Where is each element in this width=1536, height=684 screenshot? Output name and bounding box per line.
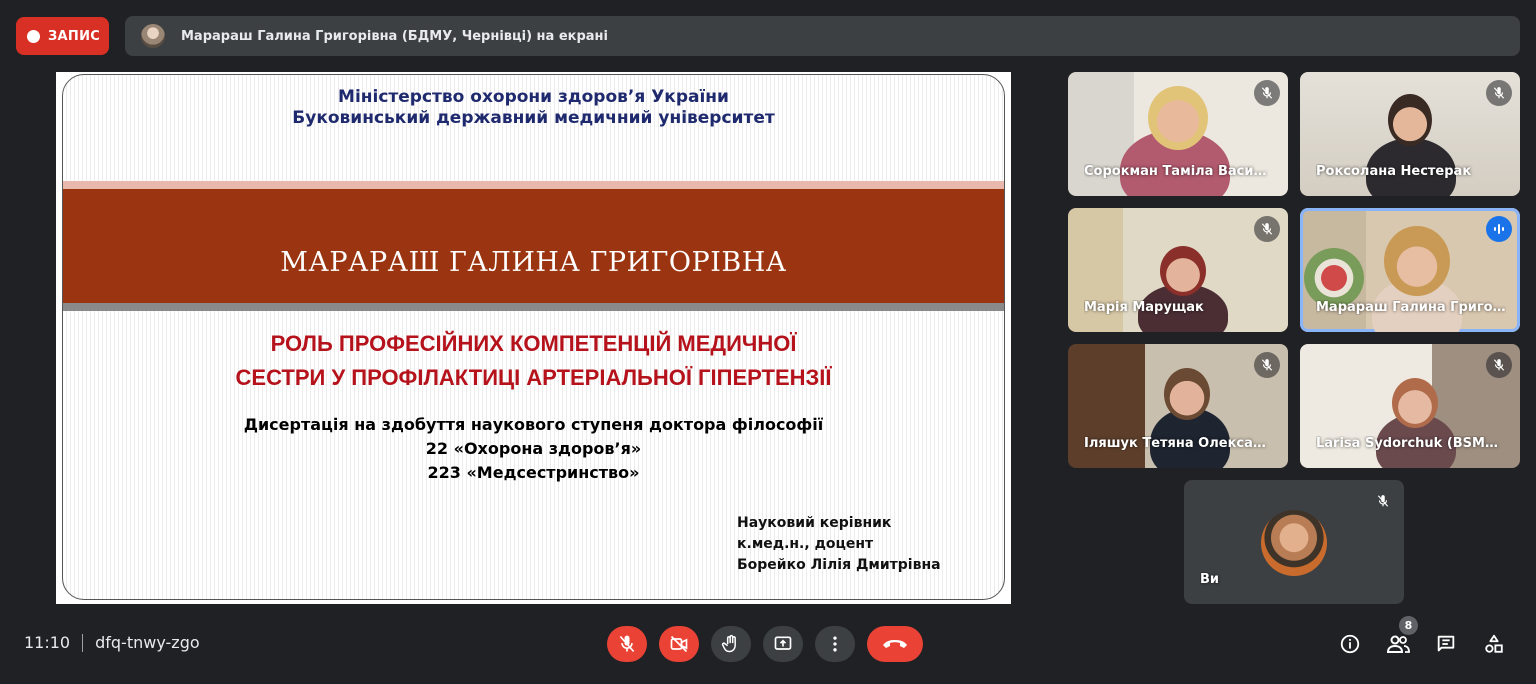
slide-header: Міністерство охорони здоров’я України Бу… bbox=[63, 87, 1004, 129]
video-off-icon bbox=[670, 635, 688, 653]
presenting-banner: Марараш Галина Григорівна (БДМУ, Чернівц… bbox=[125, 16, 1520, 56]
slide-topic-line: РОЛЬ ПРОФЕСІЙНИХ КОМПЕТЕНЦІЙ МЕДИЧНОЇ bbox=[270, 331, 797, 356]
clock-time: 11:10 bbox=[24, 633, 71, 652]
hang-up-icon bbox=[883, 640, 907, 648]
more-options-icon bbox=[833, 636, 837, 652]
slide-band-top bbox=[63, 181, 1004, 189]
chat-button[interactable] bbox=[1432, 630, 1460, 658]
participant-tile[interactable]: Сорокман Таміла Василівна bbox=[1068, 72, 1288, 196]
slide-degree-line: 22 «Охорона здоров’я» bbox=[425, 439, 642, 458]
leave-call-button[interactable] bbox=[867, 626, 923, 662]
divider bbox=[82, 633, 84, 652]
slide-supervisor-line: Науковий керівник bbox=[737, 515, 892, 531]
chat-icon bbox=[1437, 635, 1455, 652]
info-icon bbox=[1340, 634, 1360, 654]
slide-supervisor-line: Борейко Лілія Дмитрівна bbox=[737, 557, 941, 573]
mic-off-icon bbox=[1486, 80, 1512, 106]
slide-university: Буковинський державний медичний універси… bbox=[292, 108, 775, 128]
raise-hand-button[interactable] bbox=[711, 626, 751, 662]
participant-name: Роксолана Нестерак bbox=[1316, 164, 1472, 179]
participant-video bbox=[1384, 226, 1450, 296]
toggle-camera-button[interactable] bbox=[659, 626, 699, 662]
presenter-avatar bbox=[141, 24, 165, 48]
people-count-badge: 8 bbox=[1399, 616, 1418, 635]
mic-off-icon bbox=[1254, 80, 1280, 106]
participant-name: Марія Марущак bbox=[1084, 300, 1204, 315]
participant-video bbox=[1392, 378, 1438, 428]
slide-supervisor: Науковий керівник к.мед.н., доцент Борей… bbox=[737, 513, 941, 576]
participant-video bbox=[1148, 86, 1208, 150]
participant-video bbox=[1160, 246, 1206, 296]
participant-video bbox=[1388, 94, 1432, 146]
present-screen-button[interactable] bbox=[763, 626, 803, 662]
participant-name: Сорокман Таміла Василівна bbox=[1084, 164, 1274, 179]
activities-button[interactable] bbox=[1480, 630, 1508, 658]
mic-off-icon bbox=[619, 635, 635, 653]
recording-badge: ЗАПИС bbox=[16, 17, 109, 55]
recording-dot-icon bbox=[27, 29, 40, 43]
slide-frame: Міністерство охорони здоров’я України Бу… bbox=[62, 74, 1005, 600]
slide-topic-line: СЕСТРИ У ПРОФІЛАКТИЦІ АРТЕРІАЛЬНОЇ ГІПЕР… bbox=[235, 365, 832, 390]
recording-label: ЗАПИС bbox=[48, 28, 101, 44]
participant-name: Іляшук Тетяна Олександрівна bbox=[1084, 436, 1274, 451]
self-avatar bbox=[1261, 510, 1327, 576]
slide-topic: РОЛЬ ПРОФЕСІЙНИХ КОМПЕТЕНЦІЙ МЕДИЧНОЇ СЕ… bbox=[63, 327, 1004, 395]
participant-tile[interactable]: Роксолана Нестерак bbox=[1300, 72, 1520, 196]
participant-video bbox=[1164, 368, 1210, 420]
presenting-text: Марараш Галина Григорівна (БДМУ, Чернівц… bbox=[181, 28, 608, 44]
more-options-button[interactable] bbox=[815, 626, 855, 662]
participant-name: Larisa Sydorchuk (BSMU, Chernivtsi) bbox=[1316, 436, 1506, 451]
meeting-details-button[interactable] bbox=[1336, 630, 1364, 658]
participant-video bbox=[1304, 248, 1364, 308]
participant-tile[interactable]: Іляшук Тетяна Олександрівна bbox=[1068, 344, 1288, 468]
participant-tile[interactable]: Larisa Sydorchuk (BSMU, Chernivtsi) bbox=[1300, 344, 1520, 468]
slide-band-bottom bbox=[63, 303, 1004, 311]
toggle-mic-button[interactable] bbox=[607, 626, 647, 662]
slide-degree: Дисертація на здобуття наукового ступеня… bbox=[63, 413, 1004, 485]
activities-icon bbox=[1485, 634, 1503, 653]
slide-degree-line: 223 «Медсестринство» bbox=[427, 463, 640, 482]
slide-degree-line: Дисертація на здобуття наукового ступеня… bbox=[243, 415, 824, 434]
mic-off-icon bbox=[1370, 488, 1396, 514]
slide-author: МАРАРАШ ГАЛИНА ГРИГОРІВНА bbox=[280, 246, 787, 278]
self-tile[interactable]: Ви bbox=[1184, 480, 1404, 604]
mic-off-icon bbox=[1254, 216, 1280, 242]
meeting-info: 11:10 dfq-tnwy-zgo bbox=[24, 633, 200, 652]
participant-name: Марараш Галина Григорівна bbox=[1316, 300, 1506, 315]
meeting-code: dfq-tnwy-zgo bbox=[95, 633, 200, 652]
mic-off-icon bbox=[1254, 352, 1280, 378]
raise-hand-icon bbox=[721, 634, 736, 653]
present-screen-icon bbox=[774, 636, 792, 650]
slide-author-band: МАРАРАШ ГАЛИНА ГРИГОРІВНА bbox=[63, 189, 1004, 303]
participant-name: Ви bbox=[1200, 572, 1220, 587]
shared-screen: Міністерство охорони здоров’я України Бу… bbox=[56, 72, 1011, 604]
slide-ministry: Міністерство охорони здоров’я України bbox=[338, 87, 729, 107]
participant-tile-speaking[interactable]: Марараш Галина Григорівна bbox=[1300, 208, 1520, 332]
people-icon bbox=[1386, 635, 1410, 653]
participant-tile[interactable]: Марія Марущак bbox=[1068, 208, 1288, 332]
slide-supervisor-line: к.мед.н., доцент bbox=[737, 536, 874, 552]
speaking-indicator-icon bbox=[1486, 216, 1512, 242]
mic-off-icon bbox=[1486, 352, 1512, 378]
